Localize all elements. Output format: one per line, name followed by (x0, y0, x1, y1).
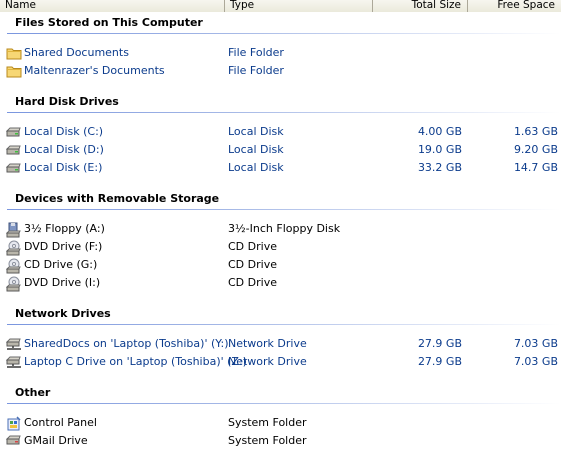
column-header-total-size[interactable]: Total Size (373, 0, 468, 12)
group-divider (7, 324, 561, 325)
item-name: Laptop C Drive on 'Laptop (Toshiba)' (Z:… (24, 355, 247, 368)
item-type: File Folder (228, 46, 284, 59)
folder-icon (6, 46, 22, 60)
item-name: Local Disk (E:) (24, 161, 103, 174)
item-free-space: 1.63 GB (513, 125, 558, 138)
item-free-space: 14.7 GB (513, 161, 558, 174)
item-name: Local Disk (D:) (24, 143, 104, 156)
item-type: System Folder (228, 434, 307, 447)
item-type: Local Disk (228, 161, 284, 174)
dvd-drive-icon (5, 240, 22, 256)
list-item[interactable]: DVD Drive (I:) CD Drive (0, 274, 561, 292)
item-total-size: 27.9 GB (417, 337, 462, 350)
item-name: CD Drive (G:) (24, 258, 98, 271)
list-item[interactable]: CD Drive (G:) CD Drive (0, 256, 561, 274)
list-item[interactable]: Local Disk (C:) Local Disk 4.00 GB 1.63 … (0, 123, 561, 141)
list-item[interactable]: Shared Documents File Folder (0, 44, 561, 62)
dvd-drive-icon (5, 276, 22, 292)
list-item[interactable]: Laptop C Drive on 'Laptop (Toshiba)' (Z:… (0, 353, 561, 371)
control-panel-icon (6, 416, 22, 431)
item-type: Network Drive (228, 355, 307, 368)
group-header-other: Other (15, 386, 51, 399)
list-item[interactable]: DVD Drive (F:) CD Drive (0, 238, 561, 256)
item-type: CD Drive (228, 258, 277, 271)
item-type: System Folder (228, 416, 307, 429)
item-name: Local Disk (C:) (24, 125, 104, 138)
item-total-size: 27.9 GB (417, 355, 462, 368)
group-header-network: Network Drives (15, 307, 111, 320)
item-name: Maltenrazer's Documents (24, 64, 165, 77)
list-item[interactable]: Control Panel System Folder (0, 414, 561, 432)
item-type: CD Drive (228, 240, 277, 253)
list-item[interactable]: 3½ Floppy (A:) 3½-Inch Floppy Disk (0, 220, 561, 238)
gmail-drive-icon (5, 434, 22, 448)
network-drive-icon (5, 337, 22, 351)
item-name: Shared Documents (24, 46, 129, 59)
hard-disk-icon (5, 161, 22, 175)
group-divider (7, 112, 561, 113)
group-header-files-stored: Files Stored on This Computer (15, 16, 203, 29)
item-name: DVD Drive (I:) (24, 276, 101, 289)
column-header-name[interactable]: Name (0, 0, 225, 12)
list-item[interactable]: SharedDocs on 'Laptop (Toshiba)' (Y:) Ne… (0, 335, 561, 353)
group-divider (7, 209, 561, 210)
item-name: 3½ Floppy (A:) (24, 222, 105, 235)
group-header-hard-disks: Hard Disk Drives (15, 95, 119, 108)
item-type: Local Disk (228, 143, 284, 156)
item-name: DVD Drive (F:) (24, 240, 103, 253)
group-divider (7, 33, 561, 34)
list-item[interactable]: Maltenrazer's Documents File Folder (0, 62, 561, 80)
list-item[interactable]: GMail Drive System Folder (0, 432, 561, 450)
item-free-space: 7.03 GB (513, 355, 558, 368)
group-header-removable: Devices with Removable Storage (15, 192, 220, 205)
column-header-type[interactable]: Type (225, 0, 373, 12)
item-type: Local Disk (228, 125, 284, 138)
list-item[interactable]: Local Disk (D:) Local Disk 19.0 GB 9.20 … (0, 141, 561, 159)
item-total-size: 4.00 GB (417, 125, 462, 138)
item-name: Control Panel (24, 416, 97, 429)
item-type: CD Drive (228, 276, 277, 289)
cd-drive-icon (5, 258, 22, 274)
hard-disk-icon (5, 125, 22, 139)
folder-icon (6, 64, 22, 78)
column-header-bar: Name Type Total Size Free Space (0, 0, 561, 12)
item-total-size: 33.2 GB (417, 161, 462, 174)
list-item[interactable]: Local Disk (E:) Local Disk 33.2 GB 14.7 … (0, 159, 561, 177)
group-divider (7, 403, 561, 404)
item-free-space: 7.03 GB (513, 337, 558, 350)
floppy-drive-icon (5, 222, 22, 238)
item-type: File Folder (228, 64, 284, 77)
item-name: GMail Drive (24, 434, 88, 447)
item-type: 3½-Inch Floppy Disk (228, 222, 341, 235)
item-name: SharedDocs on 'Laptop (Toshiba)' (Y:) (24, 337, 229, 350)
item-total-size: 19.0 GB (417, 143, 462, 156)
item-type: Network Drive (228, 337, 307, 350)
column-header-free-space[interactable]: Free Space (468, 0, 561, 12)
hard-disk-icon (5, 143, 22, 157)
item-free-space: 9.20 GB (513, 143, 558, 156)
network-drive-icon (5, 355, 22, 369)
